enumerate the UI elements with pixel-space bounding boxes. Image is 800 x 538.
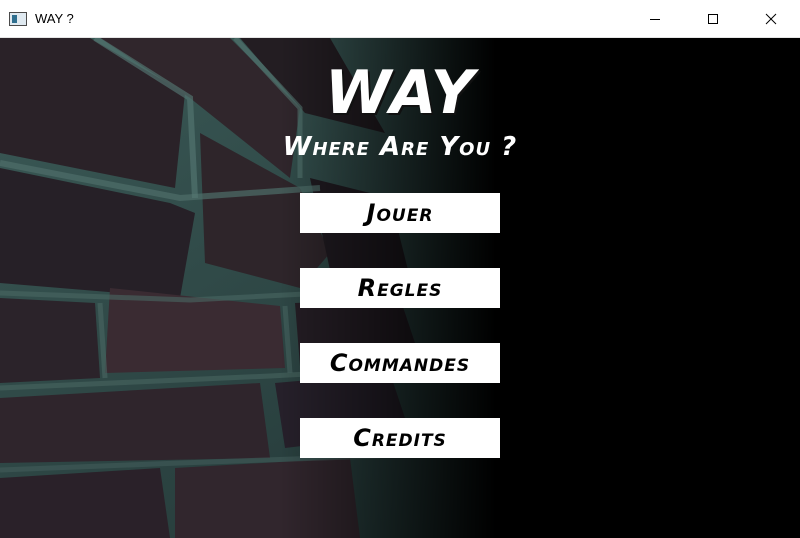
window-controls — [626, 0, 800, 38]
controls-button[interactable]: Commandes — [300, 343, 500, 383]
minimize-icon — [650, 19, 660, 20]
rules-button[interactable]: Regles — [300, 268, 500, 308]
minimize-button[interactable] — [626, 0, 684, 38]
game-subtitle: Where Are You ? — [282, 132, 518, 162]
title-bar[interactable]: WAY ? — [0, 0, 800, 38]
app-window-icon — [9, 11, 27, 26]
maximize-icon — [708, 14, 718, 24]
close-button[interactable] — [742, 0, 800, 38]
credits-button[interactable]: Credits — [300, 418, 500, 458]
window-title: WAY ? — [35, 11, 74, 26]
game-title: WAY — [324, 58, 476, 128]
maximize-button[interactable] — [684, 0, 742, 38]
play-button[interactable]: Jouer — [300, 193, 500, 233]
close-icon — [765, 13, 777, 25]
game-window: WAY ? WAY Where Are You ? Jouer Regles C… — [0, 0, 800, 538]
main-menu: WAY Where Are You ? Jouer Regles Command… — [0, 38, 800, 538]
